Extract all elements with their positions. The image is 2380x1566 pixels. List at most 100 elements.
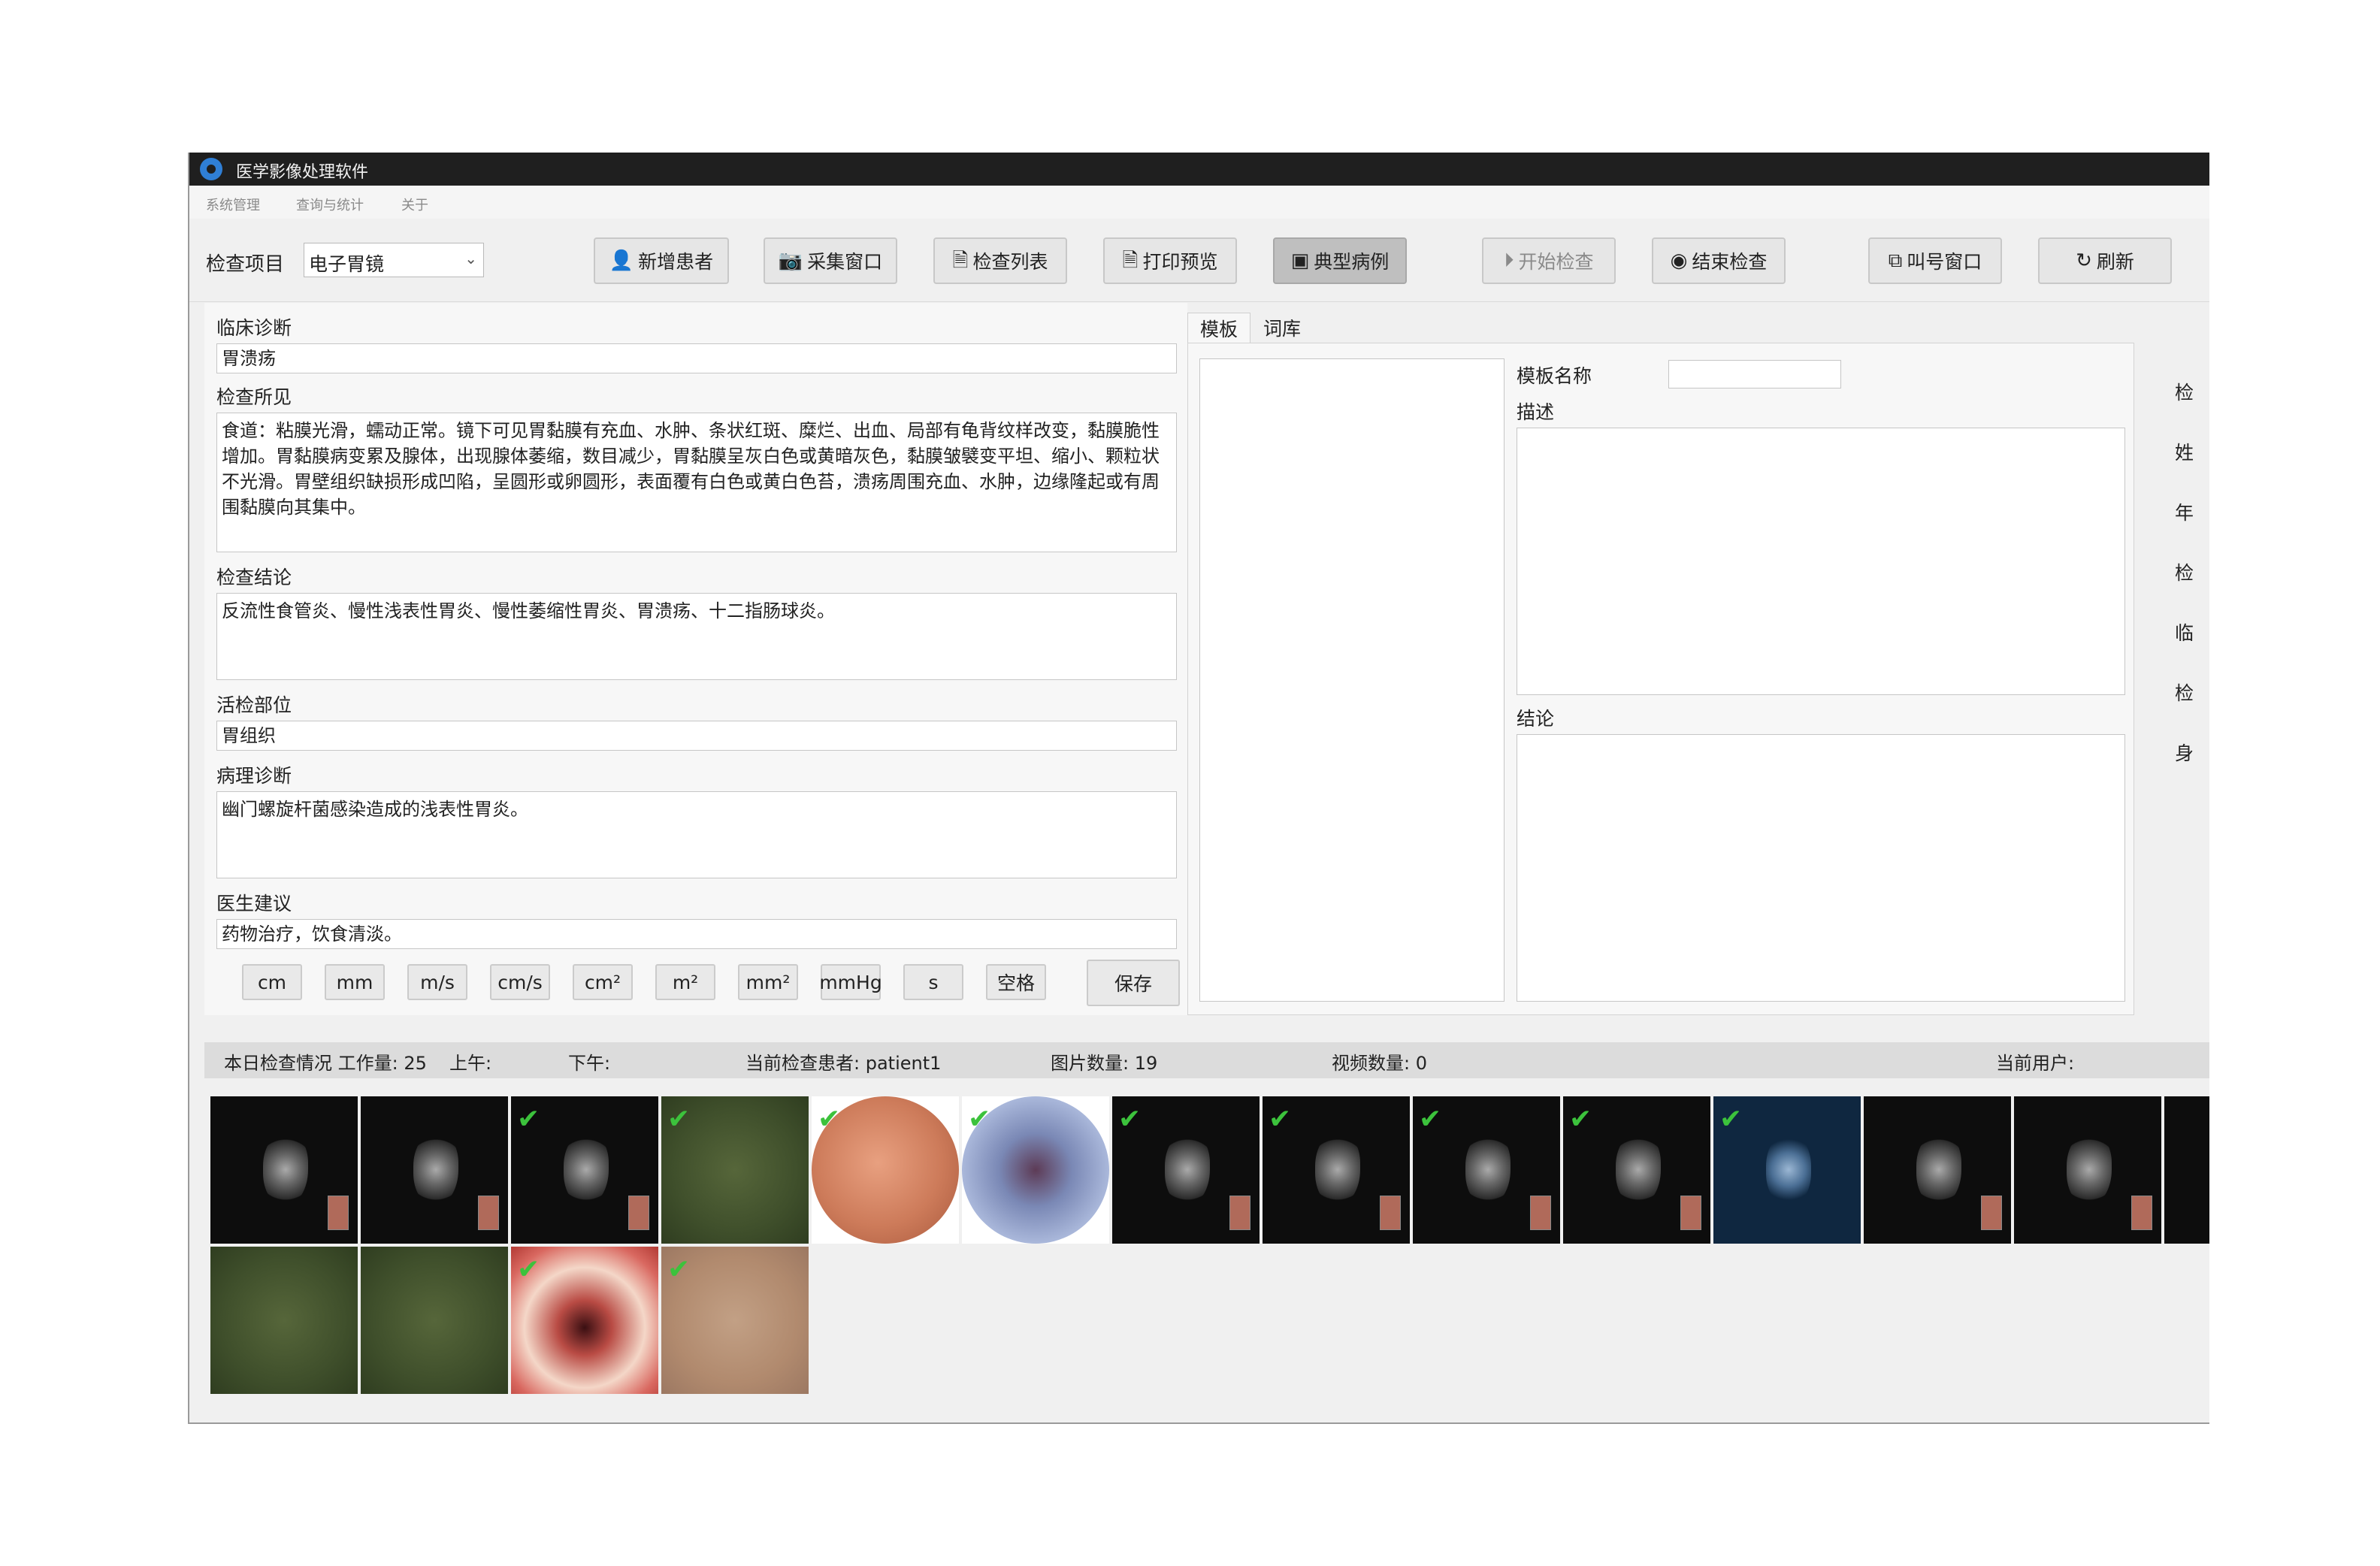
chevron-down-icon: ⌄ xyxy=(464,249,477,268)
menu-about[interactable]: 关于 xyxy=(401,195,428,214)
image-count: 图片数量: 19 xyxy=(1051,1053,1158,1074)
image-thumbnail[interactable] xyxy=(361,1247,508,1394)
template-conclusion-textarea[interactable] xyxy=(1517,734,2125,1002)
exam-item-value: 电子胃镜 xyxy=(309,253,385,275)
image-thumbnail[interactable]: ✔ xyxy=(1563,1096,1710,1244)
document-icon: 🗎 xyxy=(952,249,969,272)
unit-cm2-button[interactable]: cm² xyxy=(573,964,633,1000)
tab-word-library[interactable]: 词库 xyxy=(1250,313,1314,343)
unit-m2-button[interactable]: m² xyxy=(655,964,715,1000)
clinical-diagnosis-input[interactable]: 胃溃疡 xyxy=(216,343,1177,373)
capture-window-label: 采集窗口 xyxy=(807,251,883,273)
print-preview-label: 打印预览 xyxy=(1142,251,1218,273)
template-name-label: 模板名称 xyxy=(1517,365,1592,387)
play-circle-icon: ⏵ xyxy=(1504,249,1514,272)
image-thumbnail[interactable]: ✔ xyxy=(511,1096,658,1244)
unit-space-button[interactable]: 空格 xyxy=(986,964,1046,1000)
menu-system[interactable]: 系统管理 xyxy=(206,195,260,214)
image-thumbnail[interactable]: ✔ xyxy=(661,1247,809,1394)
exam-item-select[interactable]: 电子胃镜 ⌄ xyxy=(304,243,484,277)
checkmark-icon: ✔ xyxy=(968,1104,991,1135)
morning-count: 上午: xyxy=(449,1053,492,1074)
add-patient-button[interactable]: 👤 新增患者 xyxy=(594,237,729,284)
right-label-clinical: 临 xyxy=(2175,622,2194,644)
image-thumbnail[interactable]: ✔ xyxy=(1263,1096,1410,1244)
tab-template[interactable]: 模板 xyxy=(1187,313,1250,343)
findings-label: 检查所见 xyxy=(216,386,292,408)
unit-cmps-button[interactable]: cm/s xyxy=(490,964,550,1000)
unit-s-button[interactable]: s xyxy=(903,964,963,1000)
template-desc-label: 描述 xyxy=(1517,401,1555,423)
right-label-id: 身 xyxy=(2175,742,2194,764)
capture-window-button[interactable]: 📷 采集窗口 xyxy=(764,237,897,284)
image-thumbnail[interactable] xyxy=(2164,1096,2209,1244)
checkmark-icon: ✔ xyxy=(1118,1104,1142,1135)
template-list[interactable] xyxy=(1199,358,1505,1002)
image-thumbnail[interactable] xyxy=(361,1096,508,1244)
clinical-diagnosis-label: 临床诊断 xyxy=(216,317,292,339)
current-patient: 当前检查患者: patient1 xyxy=(745,1053,942,1074)
call-number-button[interactable]: ⧉ 叫号窗口 xyxy=(1868,237,2002,284)
status-bar: 本日检查情况 工作量: 25 上午: 下午: 当前检查患者: patient1 … xyxy=(204,1042,2209,1078)
app-logo-icon xyxy=(200,158,222,180)
image-thumbnail[interactable]: ✔ xyxy=(1413,1096,1560,1244)
refresh-label: 刷新 xyxy=(2096,251,2134,273)
image-thumbnail[interactable]: ✔ xyxy=(962,1096,1109,1244)
conclusion-label: 检查结论 xyxy=(216,567,292,588)
typical-cases-label: 典型病例 xyxy=(1314,251,1390,273)
template-name-input[interactable] xyxy=(1668,360,1841,388)
biopsy-label: 活检部位 xyxy=(216,694,292,716)
refresh-button[interactable]: ↻ 刷新 xyxy=(2038,237,2172,284)
unit-cm-button[interactable]: cm xyxy=(242,964,302,1000)
add-patient-label: 新增患者 xyxy=(638,251,714,273)
findings-textarea[interactable]: 食道：粘膜光滑，蠕动正常。镜下可见胃黏膜有充血、水肿、条状红斑、糜烂、出血、局部… xyxy=(216,413,1177,552)
menu-bar: 系统管理 查询与统计 关于 xyxy=(189,186,2209,219)
right-label-exam: 检 xyxy=(2175,382,2194,404)
unit-mm2-button[interactable]: mm² xyxy=(738,964,798,1000)
menu-query[interactable]: 查询与统计 xyxy=(296,195,364,214)
template-conclusion-label: 结论 xyxy=(1517,708,1555,730)
unit-mmhg-button[interactable]: mmHg xyxy=(819,964,882,1000)
image-thumbnail[interactable]: ✔ xyxy=(661,1096,809,1244)
image-thumbnail[interactable] xyxy=(210,1096,358,1244)
exam-list-button[interactable]: 🗎 检查列表 xyxy=(933,237,1067,284)
advice-input[interactable]: 药物治疗，饮食清淡。 xyxy=(216,919,1177,949)
unit-mps-button[interactable]: m/s xyxy=(407,964,467,1000)
conclusion-textarea[interactable]: 反流性食管炎、慢性浅表性胃炎、慢性萎缩性胃炎、胃溃疡、十二指肠球炎。 xyxy=(216,593,1177,680)
unit-mm-button[interactable]: mm xyxy=(325,964,385,1000)
checkmark-icon: ✔ xyxy=(818,1104,841,1135)
typical-cases-button[interactable]: ▣ 典型病例 xyxy=(1273,237,1407,284)
right-label-name: 姓 xyxy=(2175,442,2194,464)
pathology-textarea[interactable]: 幽门螺旋杆菌感染造成的浅表性胃炎。 xyxy=(216,791,1177,878)
start-exam-label: 开始检查 xyxy=(1518,251,1594,273)
image-thumbnail[interactable]: ✔ xyxy=(1112,1096,1260,1244)
today-workload: 本日检查情况 工作量: 25 xyxy=(224,1053,427,1074)
template-desc-textarea[interactable] xyxy=(1517,428,2125,695)
case-icon: ▣ xyxy=(1290,249,1310,272)
save-button[interactable]: 保存 xyxy=(1087,960,1180,1006)
right-label-age: 年 xyxy=(2175,502,2194,524)
title-bar: 医学影像处理软件 xyxy=(189,153,2209,186)
app-title: 医学影像处理软件 xyxy=(236,163,369,182)
image-thumbnail[interactable] xyxy=(210,1247,358,1394)
image-thumbnail[interactable]: ✔ xyxy=(812,1096,959,1244)
image-thumbnail[interactable] xyxy=(2014,1096,2161,1244)
window-icon: ⧉ xyxy=(1888,249,1903,272)
checkmark-icon: ✔ xyxy=(1719,1104,1743,1135)
exam-item-label: 检查项目 xyxy=(206,253,285,276)
biopsy-input[interactable]: 胃组织 xyxy=(216,721,1177,751)
current-user: 当前用户: xyxy=(1996,1053,2075,1074)
image-thumbnail[interactable]: ✔ xyxy=(511,1247,658,1394)
stop-circle-icon: ◉ xyxy=(1670,249,1688,272)
end-exam-label: 结束检查 xyxy=(1692,251,1768,273)
start-exam-button[interactable]: ⏵ 开始检查 xyxy=(1482,237,1616,284)
image-thumbnail[interactable]: ✔ xyxy=(1713,1096,1861,1244)
checkmark-icon: ✔ xyxy=(667,1254,691,1285)
checkmark-icon: ✔ xyxy=(1419,1104,1442,1135)
end-exam-button[interactable]: ◉ 结束检查 xyxy=(1652,237,1786,284)
image-thumbnail[interactable] xyxy=(1864,1096,2011,1244)
checkmark-icon: ✔ xyxy=(1269,1104,1292,1135)
print-preview-button[interactable]: 🗎 打印预览 xyxy=(1103,237,1237,284)
refresh-icon: ↻ xyxy=(2076,249,2092,272)
right-label-exam2: 检 xyxy=(2175,562,2194,584)
